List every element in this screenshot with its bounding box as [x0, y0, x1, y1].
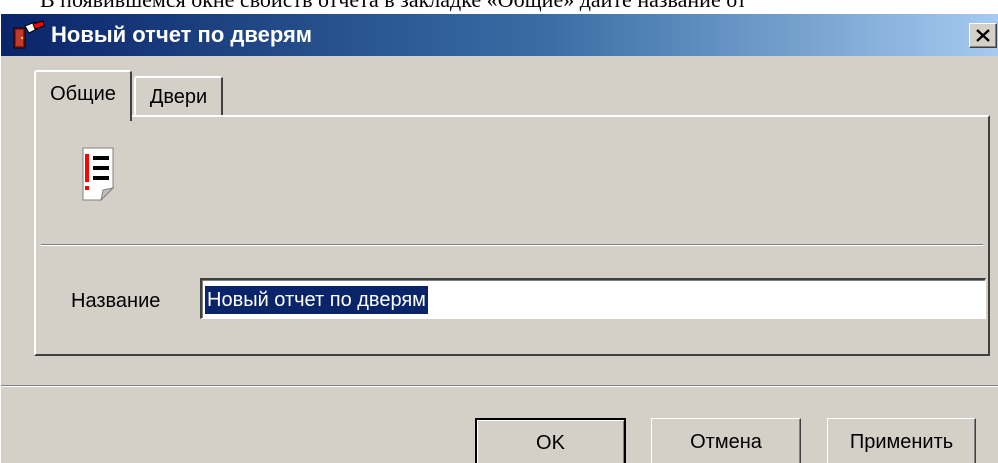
document-text: В появившемся окне свойств отчета в закл…	[40, 0, 998, 13]
tab-doors[interactable]: Двери	[134, 76, 223, 116]
tab-page-general	[34, 115, 990, 356]
report-properties-dialog: Новый отчет по дверям Общие Двери Назван…	[0, 13, 998, 463]
report-list-icon	[79, 144, 123, 206]
door-report-app-icon	[11, 20, 45, 50]
name-input-value: Новый отчет по дверям	[205, 286, 428, 314]
title-bar[interactable]: Новый отчет по дверям	[1, 14, 998, 56]
apply-button[interactable]: Применить	[827, 418, 976, 463]
button-area-divider	[1, 385, 998, 387]
close-icon	[976, 29, 990, 42]
ok-button[interactable]: OK	[475, 418, 626, 463]
tab-general[interactable]: Общие	[34, 70, 132, 121]
name-input[interactable]: Новый отчет по дверям	[200, 278, 986, 319]
name-label: Название	[71, 290, 161, 312]
window-title: Новый отчет по дверям	[51, 22, 313, 47]
cancel-button[interactable]: Отмена	[651, 418, 801, 463]
close-button[interactable]	[969, 23, 997, 48]
section-divider	[41, 244, 983, 246]
